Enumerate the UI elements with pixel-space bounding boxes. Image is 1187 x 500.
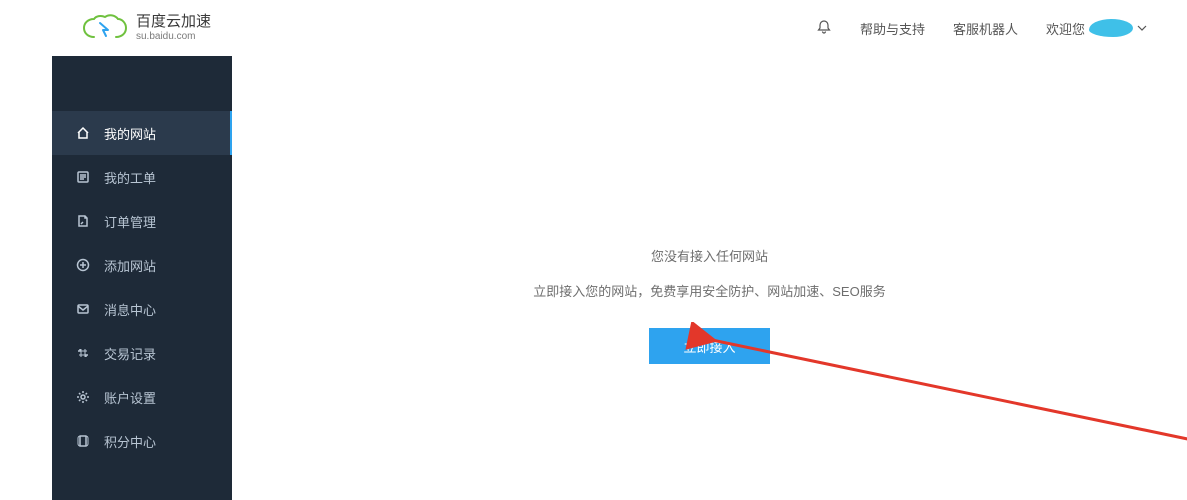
sidebar-item-add-site[interactable]: 添加网站 [52,243,232,287]
sidebar-item-account-settings[interactable]: 账户设置 [52,375,232,419]
sidebar-item-points[interactable]: 积分中心 [52,419,232,463]
order-icon [76,214,90,228]
logo-texts: 百度云加速 su.baidu.com [136,14,211,42]
connect-now-button[interactable]: 立即接入 [649,328,769,364]
sidebar-item-label: 添加网站 [104,256,156,275]
header: 百度云加速 su.baidu.com 帮助与支持 客服机器人 欢迎您 [0,0,1187,56]
sidebar-item-transactions[interactable]: 交易记录 [52,331,232,375]
plus-circle-icon [76,258,90,272]
sidebar-item-label: 账户设置 [104,388,156,407]
sidebar-item-my-tickets[interactable]: 我的工单 [52,155,232,199]
transaction-icon [76,346,90,360]
main-content: 您没有接入任何网站 立即接入您的网站，免费享用安全防护、网站加速、SEO服务 立… [232,56,1187,500]
sidebar-item-label: 我的网站 [104,124,156,143]
notifications-button[interactable] [816,19,832,38]
sidebar-item-label: 消息中心 [104,300,156,319]
ticket-icon [76,170,90,184]
sidebar-item-label: 订单管理 [104,212,156,231]
logo[interactable]: 百度云加速 su.baidu.com [80,13,211,43]
logo-title: 百度云加速 [136,14,211,31]
sidebar: 我的网站 我的工单 订单管理 添加网站 消息中心 交易记录 账户设置 积分中心 [52,56,232,500]
header-nav: 帮助与支持 客服机器人 欢迎您 [816,19,1147,38]
chevron-down-icon [1137,25,1147,31]
sidebar-item-label: 我的工单 [104,168,156,187]
logo-subtitle: su.baidu.com [136,31,211,42]
sidebar-item-messages[interactable]: 消息中心 [52,287,232,331]
sidebar-item-label: 交易记录 [104,344,156,363]
points-icon [76,434,90,448]
home-icon [76,126,90,140]
settings-icon [76,390,90,404]
logo-icon [80,13,128,43]
message-icon [76,302,90,316]
robot-link[interactable]: 客服机器人 [953,19,1018,38]
help-link[interactable]: 帮助与支持 [860,19,925,38]
empty-state-title: 您没有接入任何网站 [651,246,768,265]
welcome-label: 欢迎您 [1046,19,1085,38]
user-masked [1089,19,1133,37]
empty-state-description: 立即接入您的网站，免费享用安全防护、网站加速、SEO服务 [533,281,885,300]
sidebar-item-my-sites[interactable]: 我的网站 [52,111,232,155]
bell-icon [816,19,832,35]
sidebar-item-label: 积分中心 [104,432,156,451]
sidebar-item-orders[interactable]: 订单管理 [52,199,232,243]
user-menu[interactable]: 欢迎您 [1046,19,1147,38]
